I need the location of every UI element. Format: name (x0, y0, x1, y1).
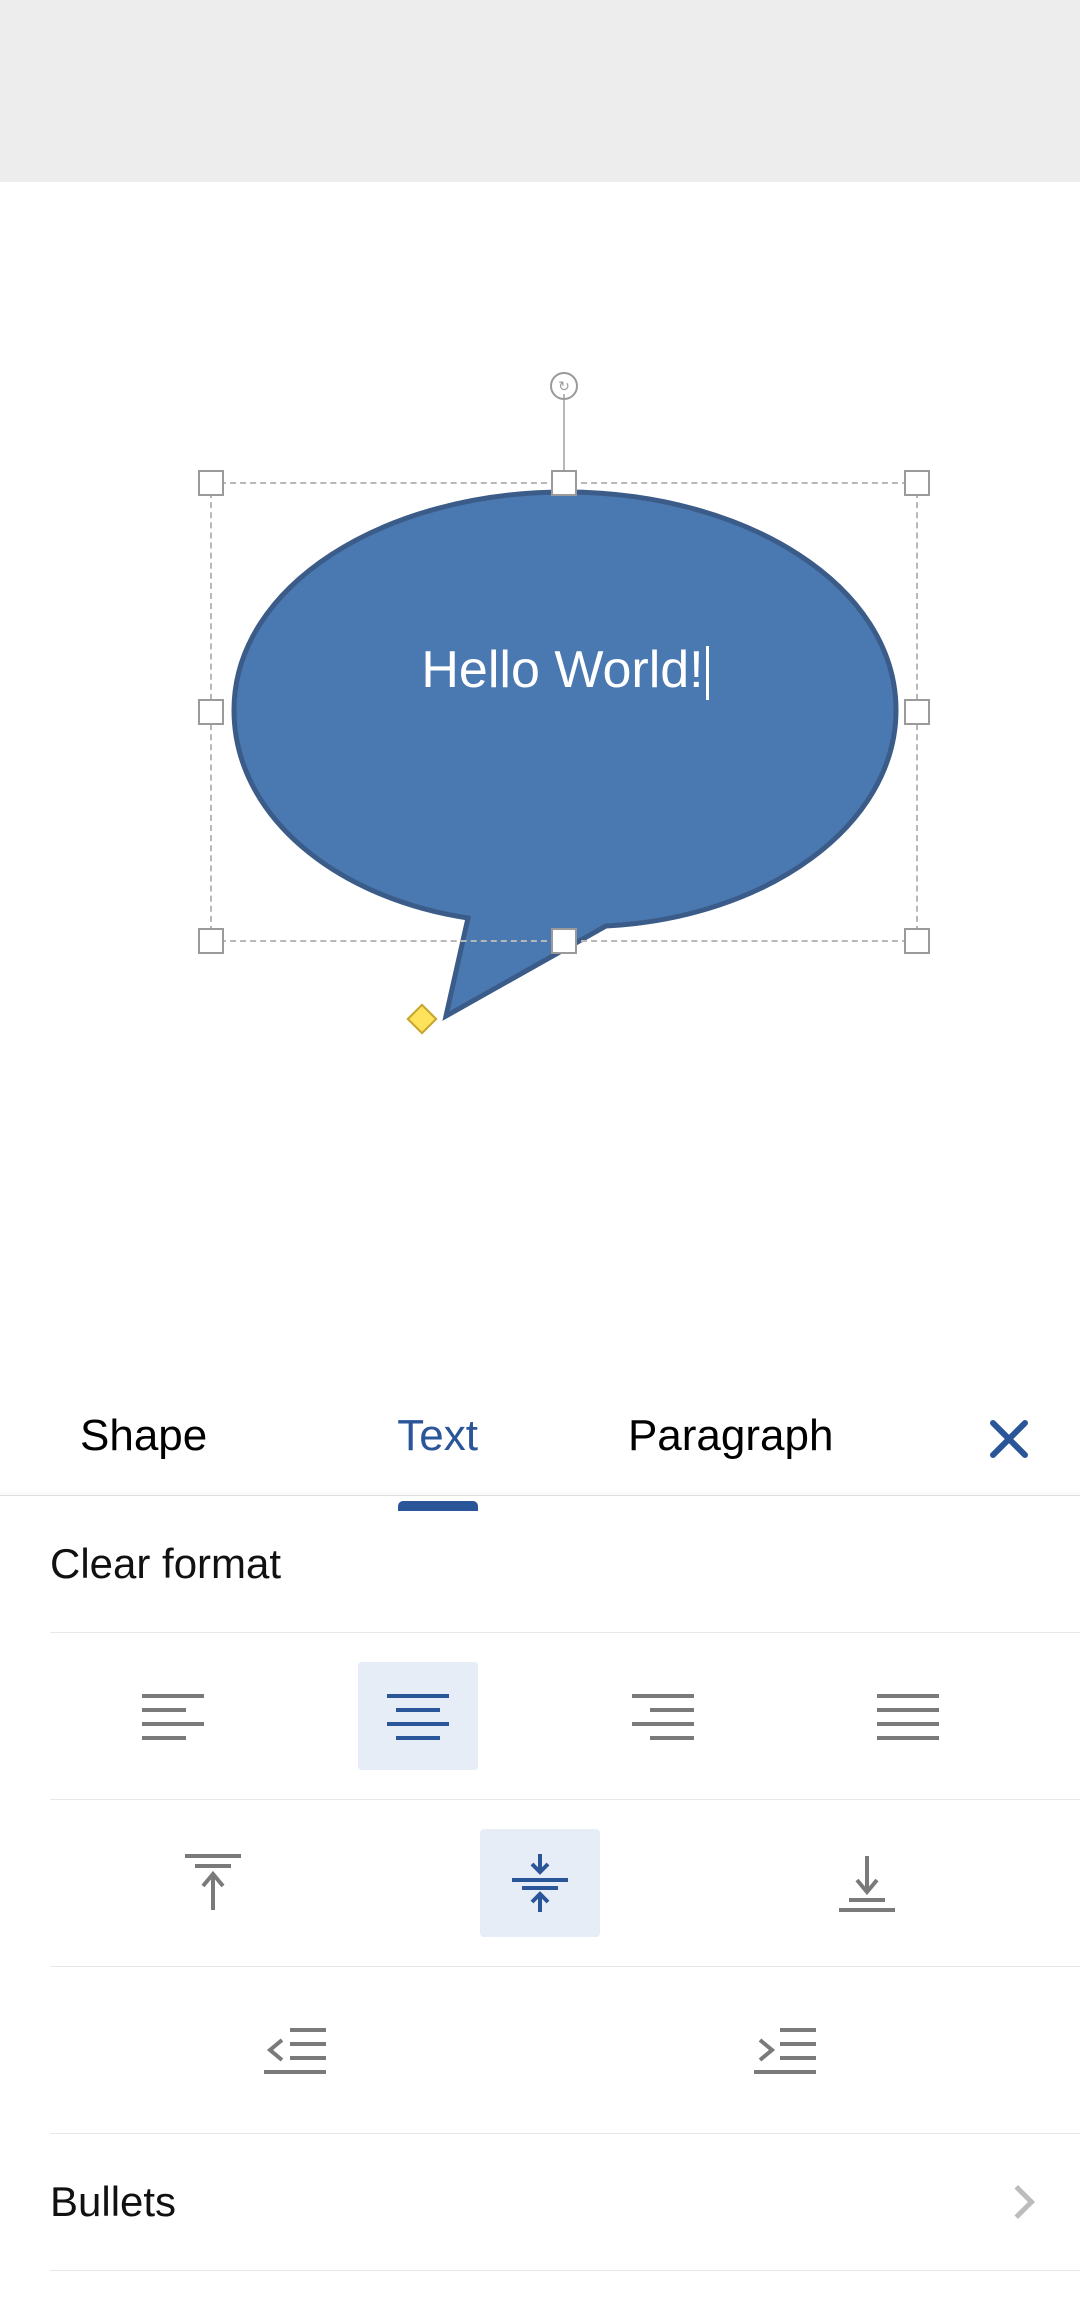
align-justify-button[interactable] (785, 1661, 1030, 1771)
resize-handle-tr[interactable] (904, 470, 930, 496)
indent-increase-icon (754, 2026, 816, 2074)
align-left-button[interactable] (50, 1661, 295, 1771)
selection-bounds: ↻ (210, 482, 918, 942)
indent-decrease-button[interactable] (50, 1995, 540, 2105)
valign-top-icon (185, 1852, 241, 1914)
tab-text[interactable]: Text (397, 1411, 478, 1467)
align-center-icon (387, 1692, 449, 1740)
close-panel-button[interactable] (984, 1414, 1034, 1464)
resize-handle-br[interactable] (904, 928, 930, 954)
align-justify-icon (877, 1692, 939, 1740)
resize-handle-tl[interactable] (198, 470, 224, 496)
panel-tabs: Shape Text Paragraph (0, 1382, 1080, 1496)
clear-format-row[interactable]: Clear format (50, 1496, 1080, 1633)
valign-middle-button[interactable] (377, 1828, 704, 1938)
resize-handle-mr[interactable] (904, 699, 930, 725)
close-icon (987, 1417, 1031, 1461)
resize-handle-bl[interactable] (198, 928, 224, 954)
tab-shape[interactable]: Shape (80, 1411, 207, 1467)
rotate-handle[interactable]: ↻ (550, 372, 578, 400)
align-right-button[interactable] (540, 1661, 785, 1771)
valign-bottom-button[interactable] (703, 1828, 1030, 1938)
rotate-stem (563, 394, 565, 474)
chevron-right-icon (1001, 2185, 1035, 2219)
align-center-button[interactable] (295, 1661, 540, 1771)
tab-paragraph[interactable]: Paragraph (628, 1411, 833, 1467)
indent-decrease-icon (264, 2026, 326, 2074)
bullets-row[interactable]: Bullets (50, 2134, 1080, 2271)
bullets-label: Bullets (50, 2178, 176, 2226)
resize-handle-ml[interactable] (198, 699, 224, 725)
valign-middle-icon (512, 1852, 568, 1914)
valign-top-button[interactable] (50, 1828, 377, 1938)
indent-increase-button[interactable] (540, 1995, 1030, 2105)
app-top-bar (0, 0, 1080, 182)
valign-bottom-icon (839, 1852, 895, 1914)
align-left-icon (142, 1692, 204, 1740)
canvas[interactable]: Hello World! ↻ (0, 182, 1080, 1382)
resize-handle-tm[interactable] (551, 470, 577, 496)
h-align-row (50, 1633, 1080, 1800)
format-panel: Shape Text Paragraph Clear format (0, 1382, 1080, 2271)
resize-handle-bm[interactable] (551, 928, 577, 954)
v-align-row (50, 1800, 1080, 1967)
clear-format-label: Clear format (50, 1496, 1030, 1632)
indent-row (50, 1967, 1080, 2134)
align-right-icon (632, 1692, 694, 1740)
